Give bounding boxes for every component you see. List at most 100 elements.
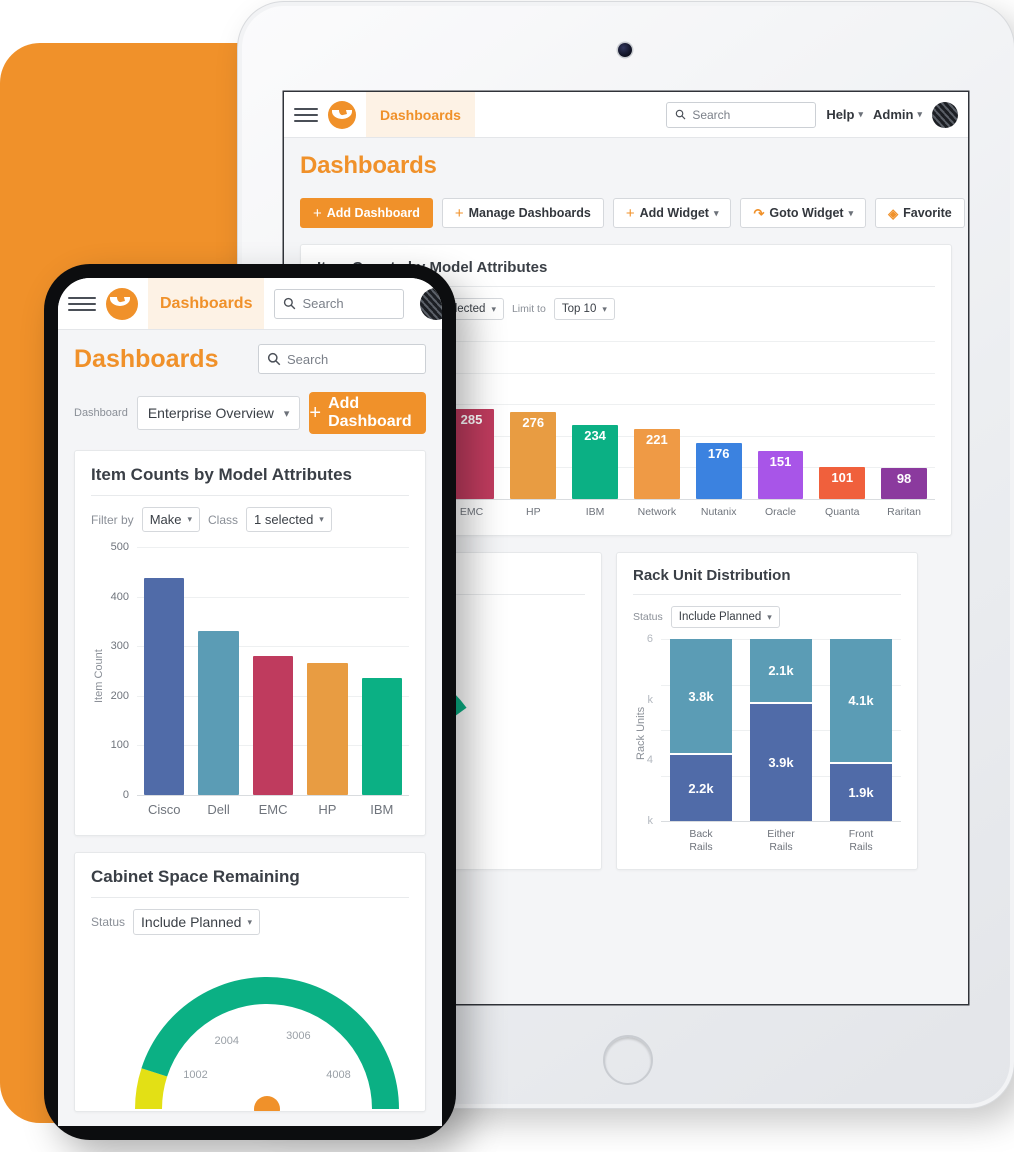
add-widget-button[interactable]: + Add Widget ▾	[612, 198, 732, 228]
goto-widget-button[interactable]: ↷ Goto Widget ▾	[740, 198, 867, 228]
nav-link-admin[interactable]: Admin ▾	[873, 107, 922, 122]
tablet-top-nav: Dashboards Search Help ▾ Admin ▾	[284, 92, 968, 138]
bar: 98	[881, 468, 927, 499]
phone-search-placeholder: Search	[287, 351, 329, 367]
stack-segment-upper: 4.1k	[829, 639, 893, 762]
bar-value-label: 234	[584, 428, 606, 444]
plus-icon: +	[454, 204, 464, 222]
filter-by-value: Make	[149, 512, 182, 527]
favorite-button[interactable]: ◈ Favorite	[875, 198, 965, 228]
chevron-down-icon: ▾	[247, 916, 252, 927]
filter-by-select[interactable]: Make ▾	[141, 507, 201, 532]
x-tick-label: Front Rails	[848, 828, 874, 854]
card-rack-unit-distribution: Rack Unit Distribution Status Include Pl…	[616, 552, 918, 870]
bar-group	[137, 547, 409, 795]
chevron-down-icon: ▾	[713, 207, 719, 218]
search-icon	[676, 109, 686, 120]
stack-slot: 2.1k 3.9k	[741, 639, 821, 821]
y-tick-label: 400	[110, 590, 129, 603]
x-tick-label: Oracle	[765, 506, 796, 518]
x-axis-line	[137, 795, 409, 796]
y-axis-title: Item Count	[93, 649, 105, 703]
bar: 176	[695, 443, 742, 499]
falcon-logo-icon[interactable]	[328, 100, 356, 129]
status-label: Status	[91, 915, 126, 929]
bar: 221	[634, 429, 680, 499]
tablet-home-button[interactable]	[603, 1035, 653, 1085]
stacked-bar-group: 3.8k 2.2k 2.1k 3.9k 4.1k 1.9k	[661, 639, 901, 821]
limit-to-select[interactable]: Top 10 ▾	[553, 298, 615, 320]
status-select[interactable]: Include Planned ▾	[670, 606, 780, 628]
chevron-down-icon: ▾	[319, 514, 324, 524]
x-tick-label: Back Rails	[689, 828, 713, 854]
gauge-tick-label: 2004	[214, 1035, 240, 1047]
stack-segment-upper: 3.8k	[669, 639, 733, 753]
y-tick-label: 100	[110, 739, 129, 752]
nav-tab-dashboards[interactable]: Dashboards	[366, 92, 475, 137]
bar	[361, 678, 402, 795]
manage-dashboards-button[interactable]: + Manage Dashboards	[441, 198, 604, 228]
dashboard-select-value: Enterprise Overview	[147, 405, 274, 421]
bar	[198, 631, 239, 795]
search-icon	[284, 297, 296, 310]
phone-dashboard-controls: Dashboard Enterprise Overview ▾ + Add Da…	[74, 392, 426, 434]
status-select[interactable]: Include Planned ▾	[133, 909, 260, 935]
divider	[91, 897, 409, 898]
bar-value-label: 176	[707, 446, 730, 462]
bar: 234	[572, 425, 618, 499]
goto-widget-label: Goto Widget	[769, 206, 844, 220]
falcon-logo-icon[interactable]	[106, 287, 138, 320]
bar-slot: 151	[750, 451, 812, 499]
add-dashboard-label: Add Dashboard	[328, 395, 412, 430]
stack-segment-lower: 3.9k	[749, 702, 813, 821]
bar	[252, 655, 294, 795]
bar-value-label: 101	[831, 470, 854, 486]
hamburger-menu-icon[interactable]	[294, 107, 318, 122]
stacked-bar: 2.1k 3.9k	[749, 639, 813, 821]
add-dashboard-button[interactable]: + Add Dashboard	[309, 392, 426, 434]
add-dashboard-button[interactable]: + Add Dashboard	[300, 198, 433, 228]
class-value: 1 selected	[254, 512, 314, 527]
x-axis-tick-labels: Cisco Dell EMC HP IBM	[137, 802, 409, 817]
x-tick-label: Raritan	[887, 506, 921, 518]
dashboard-toolbar: + Add Dashboard + Manage Dashboards + Ad…	[300, 198, 965, 228]
x-tick-label: Dell	[207, 802, 230, 817]
phone-search-input[interactable]: Search	[258, 344, 426, 374]
card-cabinet-space: Cabinet Space Remaining Status Include P…	[74, 852, 426, 1112]
limit-to-label: Limit to	[511, 303, 546, 315]
status-label: Status	[633, 611, 663, 623]
phone-cabinet-gauge: 1002 2004 3006 4008	[75, 957, 425, 1111]
phone-nav-search[interactable]: Search	[274, 288, 405, 319]
card-rack-title: Rack Unit Distribution	[633, 567, 791, 584]
tablet-nav-search-placeholder: Search	[692, 107, 731, 122]
bar-slot	[137, 577, 191, 795]
x-tick-label: Quanta	[825, 506, 860, 518]
bar: 276	[510, 411, 557, 499]
phone-nav-search-placeholder: Search	[302, 296, 344, 311]
class-select[interactable]: 1 selected ▾	[246, 507, 332, 532]
user-avatar-icon[interactable]	[932, 101, 958, 128]
bar-value-label: 151	[769, 454, 792, 470]
chevron-down-icon: ▾	[858, 109, 864, 119]
gauge-tick-label: 1002	[183, 1069, 208, 1082]
tablet-nav-search[interactable]: Search	[666, 101, 817, 128]
bar-slot	[300, 663, 354, 795]
card-cabinet-filters: Status Include Planned ▾	[91, 909, 409, 935]
x-tick-label: Nutanix	[700, 506, 737, 518]
chevron-down-icon: ▾	[187, 514, 193, 524]
stack-segment-upper: 2.1k	[749, 639, 813, 702]
bar-slot: 98	[873, 468, 935, 499]
chevron-down-icon: ▾	[491, 303, 496, 314]
search-icon	[267, 352, 281, 366]
manage-dashboards-label: Manage Dashboards	[468, 206, 591, 220]
nav-tab-dashboards[interactable]: Dashboards	[148, 278, 265, 329]
status-value: Include Planned	[678, 611, 762, 623]
bar-slot: 176	[688, 443, 750, 499]
x-tick-label: HP	[525, 506, 541, 518]
nav-link-help[interactable]: Help ▾	[826, 107, 863, 122]
hamburger-menu-icon[interactable]	[68, 296, 96, 311]
gauge-arc-segment	[141, 977, 399, 1109]
y-tick-label: k	[647, 693, 654, 706]
dashboard-select[interactable]: Enterprise Overview ▾	[136, 396, 301, 430]
y-tick-label: 0	[122, 789, 129, 801]
